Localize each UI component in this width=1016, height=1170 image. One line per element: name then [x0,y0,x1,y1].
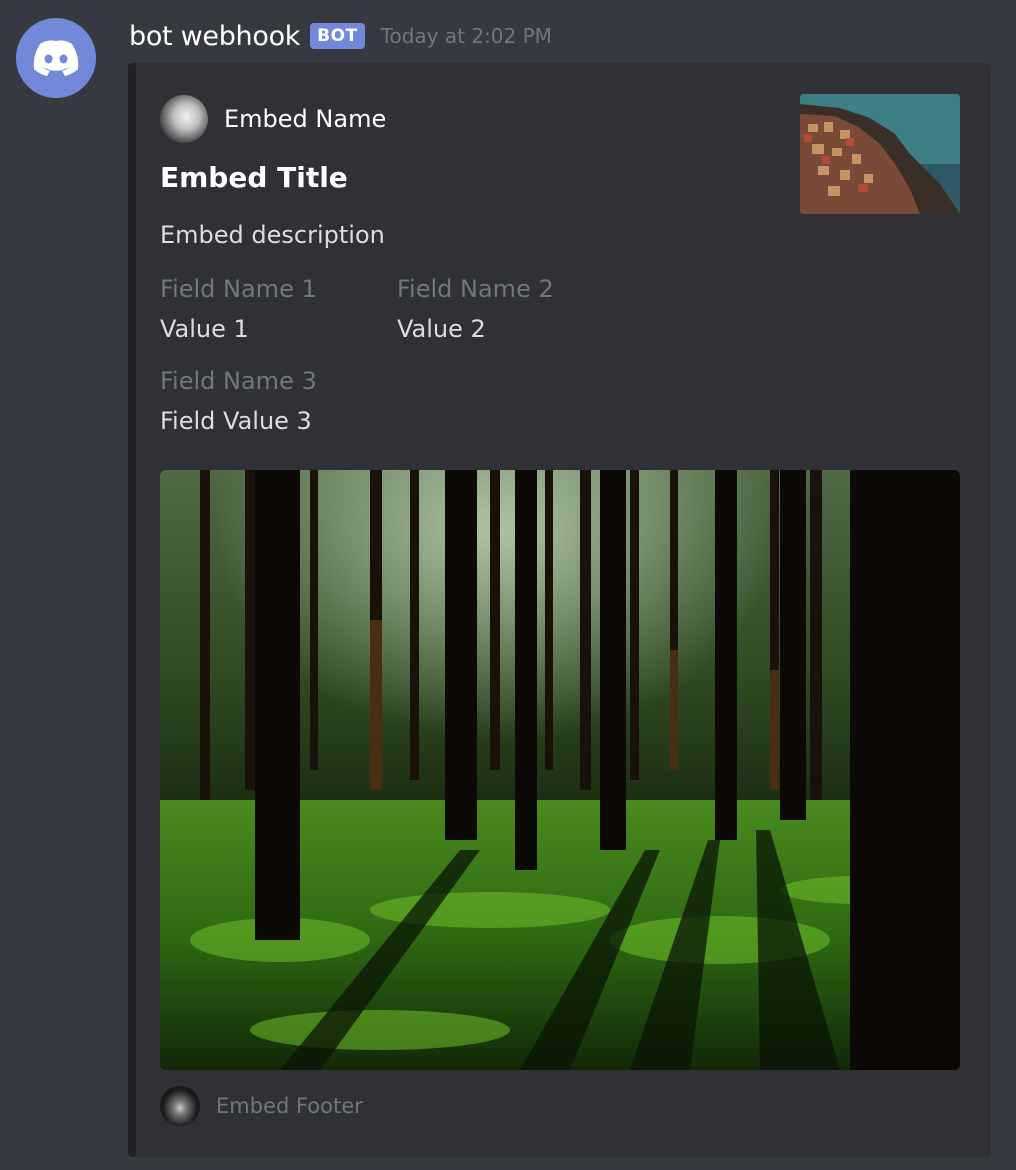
embed-field-2: Field Name 2 Value 2 [397,273,554,345]
username[interactable]: bot webhook [129,21,300,52]
forest-image [160,470,960,1070]
field-value: Field Value 3 [160,407,312,435]
embed-field-3: Field Name 3 Field Value 3 [160,365,317,437]
discord-logo-icon [33,40,79,76]
bot-avatar[interactable] [16,18,96,98]
embed-footer-text: Embed Footer [216,1094,363,1118]
embed-title[interactable]: Embed Title [160,161,348,194]
field-name: Field Name 3 [160,367,317,395]
embed-card: Embed Name Embed Title Embed description… [128,63,991,1157]
embed-footer-icon [160,1086,200,1126]
field-name: Field Name 2 [397,275,554,303]
embed-footer: Embed Footer [160,1086,363,1126]
embed-thumbnail[interactable] [800,94,960,214]
embed-image[interactable] [160,470,960,1070]
embed-description: Embed description [160,221,385,249]
message-header: bot webhook BOT Today at 2:02 PM [129,16,552,56]
embed-author-icon [160,95,208,143]
embed-field-1: Field Name 1 Value 1 [160,273,317,345]
message-timestamp: Today at 2:02 PM [380,24,552,48]
bot-badge: BOT [310,23,365,49]
field-value: Value 1 [160,315,249,343]
coastal-town-thumbnail-image [800,94,960,214]
embed-author: Embed Name [160,95,386,143]
embed-author-name: Embed Name [224,105,387,133]
field-value: Value 2 [397,315,486,343]
field-name: Field Name 1 [160,275,317,303]
